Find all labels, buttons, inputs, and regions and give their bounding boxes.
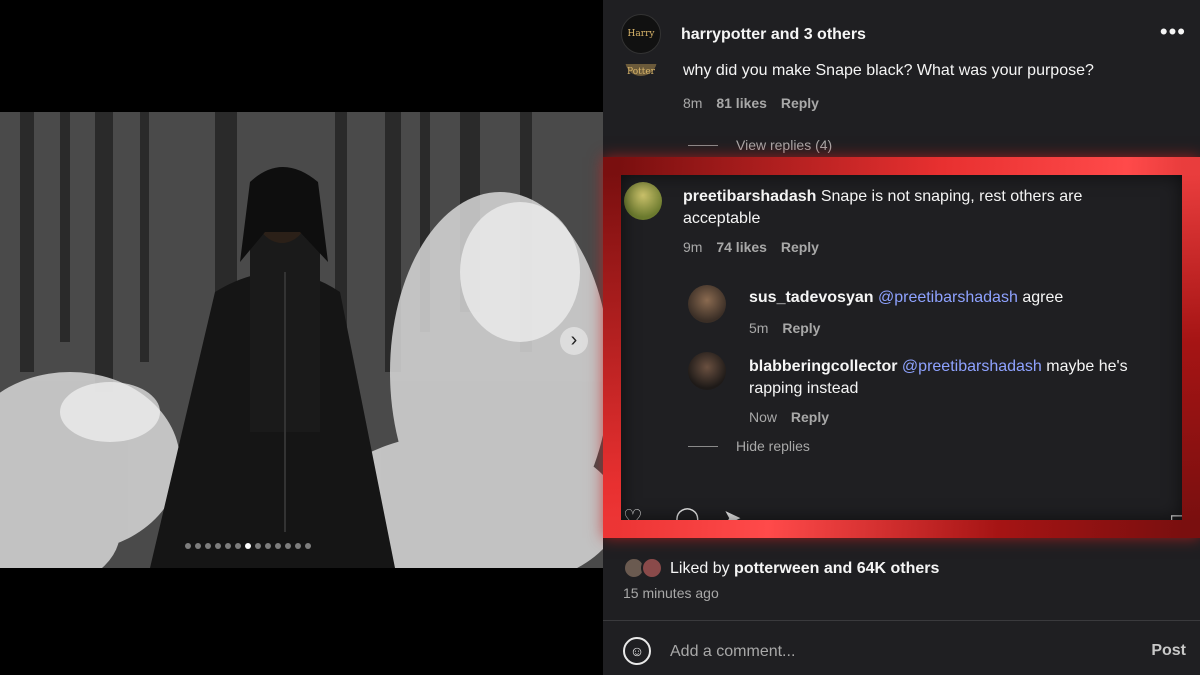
avatar[interactable] bbox=[624, 182, 662, 220]
post-photo bbox=[0, 112, 603, 568]
likes-prefix: Liked by bbox=[670, 560, 730, 577]
replies-divider bbox=[688, 145, 718, 146]
reply-text: sus_tadevosyan @preetibarshadash agree bbox=[749, 289, 1063, 307]
comment-likes[interactable]: 74 likes bbox=[716, 239, 767, 255]
carousel-dots bbox=[185, 543, 311, 549]
next-image-button[interactable]: › bbox=[560, 327, 588, 355]
hide-replies-button[interactable]: Hide replies bbox=[736, 438, 810, 454]
comment-likes[interactable]: 81 likes bbox=[716, 95, 767, 111]
divider bbox=[603, 620, 1200, 621]
comment-meta: 8m 81 likes Reply bbox=[683, 95, 819, 111]
author-username[interactable]: harrypotter bbox=[681, 26, 766, 43]
reply-time: Now bbox=[749, 409, 778, 425]
reply-mention[interactable]: @preetibarshadash bbox=[878, 289, 1018, 306]
reply-body: maybe he's bbox=[1046, 358, 1128, 375]
reply-meta: 5m Reply bbox=[749, 320, 820, 336]
comments-panel: Harry Potter harrypotter and 3 others ••… bbox=[603, 0, 1200, 675]
carousel-dot bbox=[285, 543, 291, 549]
emoji-icon[interactable]: ☺ bbox=[623, 637, 651, 665]
comment-time: 9m bbox=[683, 239, 703, 255]
forest-photo-illustration bbox=[0, 112, 603, 568]
replies-divider bbox=[688, 446, 718, 447]
carousel-dot bbox=[275, 543, 281, 549]
comment-input[interactable] bbox=[670, 640, 1110, 664]
carousel-dot bbox=[215, 543, 221, 549]
carousel-dot bbox=[205, 543, 211, 549]
avatar[interactable] bbox=[688, 285, 726, 323]
view-replies-button[interactable]: View replies (4) bbox=[736, 137, 832, 153]
more-options-icon[interactable]: ••• bbox=[1160, 21, 1186, 43]
likes-user[interactable]: potterween bbox=[734, 560, 819, 577]
avatar bbox=[641, 557, 663, 579]
carousel-dot bbox=[245, 543, 251, 549]
carousel-dot bbox=[235, 543, 241, 549]
reply-meta: Now Reply bbox=[749, 409, 829, 425]
reply-mention[interactable]: @preetibarshadash bbox=[902, 358, 1042, 375]
carousel-dot bbox=[265, 543, 271, 549]
reply-username[interactable]: blabberingcollector bbox=[749, 358, 897, 375]
reply-button[interactable]: Reply bbox=[791, 409, 829, 425]
post-timestamp: 15 minutes ago bbox=[623, 585, 719, 601]
reply-username[interactable]: sus_tadevosyan bbox=[749, 289, 874, 306]
reply-button[interactable]: Reply bbox=[781, 95, 819, 111]
reply-time: 5m bbox=[749, 320, 769, 336]
post-media: › bbox=[0, 0, 603, 675]
reply-button[interactable]: Reply bbox=[781, 239, 819, 255]
carousel-dot bbox=[305, 543, 311, 549]
author-suffix: and 3 others bbox=[770, 26, 866, 43]
reply-text: blabberingcollector @preetibarshadash ma… bbox=[749, 356, 1169, 400]
likes-summary[interactable]: Liked by potterween and 64K others bbox=[670, 560, 939, 578]
post-header: Harry Potter harrypotter and 3 others ••… bbox=[603, 0, 1200, 77]
comment-text: why did you make Snape black? What was y… bbox=[683, 62, 1094, 79]
post-author: harrypotter and 3 others bbox=[681, 26, 866, 44]
carousel-dot bbox=[255, 543, 261, 549]
carousel-dot bbox=[225, 543, 231, 549]
like-heart-icon[interactable]: ♡ bbox=[623, 505, 643, 531]
reply-body: agree bbox=[1022, 289, 1064, 306]
account-avatar[interactable]: Harry Potter bbox=[621, 14, 661, 77]
reply-body-continued: rapping instead bbox=[749, 380, 859, 397]
carousel-dot bbox=[185, 543, 191, 549]
comment-text: preetibarshadash Snape is not snaping, r… bbox=[683, 186, 1133, 230]
avatar-logo-text: Harry Potter bbox=[627, 29, 655, 77]
likes-rest[interactable]: and 64K others bbox=[824, 560, 940, 577]
carousel-dot bbox=[295, 543, 301, 549]
comment-meta: 9m 74 likes Reply bbox=[683, 239, 819, 255]
comment-bubble-icon[interactable]: ◯ bbox=[675, 505, 700, 531]
comment-time: 8m bbox=[683, 95, 703, 111]
avatar[interactable] bbox=[688, 352, 726, 390]
comment-username[interactable]: preetibarshadash bbox=[683, 188, 816, 205]
share-send-icon[interactable]: ➤ bbox=[723, 505, 741, 531]
carousel-dot bbox=[195, 543, 201, 549]
reply-button[interactable]: Reply bbox=[782, 320, 820, 336]
bookmark-icon[interactable]: ▭ bbox=[1169, 505, 1190, 531]
post-button[interactable]: Post bbox=[1151, 642, 1186, 660]
